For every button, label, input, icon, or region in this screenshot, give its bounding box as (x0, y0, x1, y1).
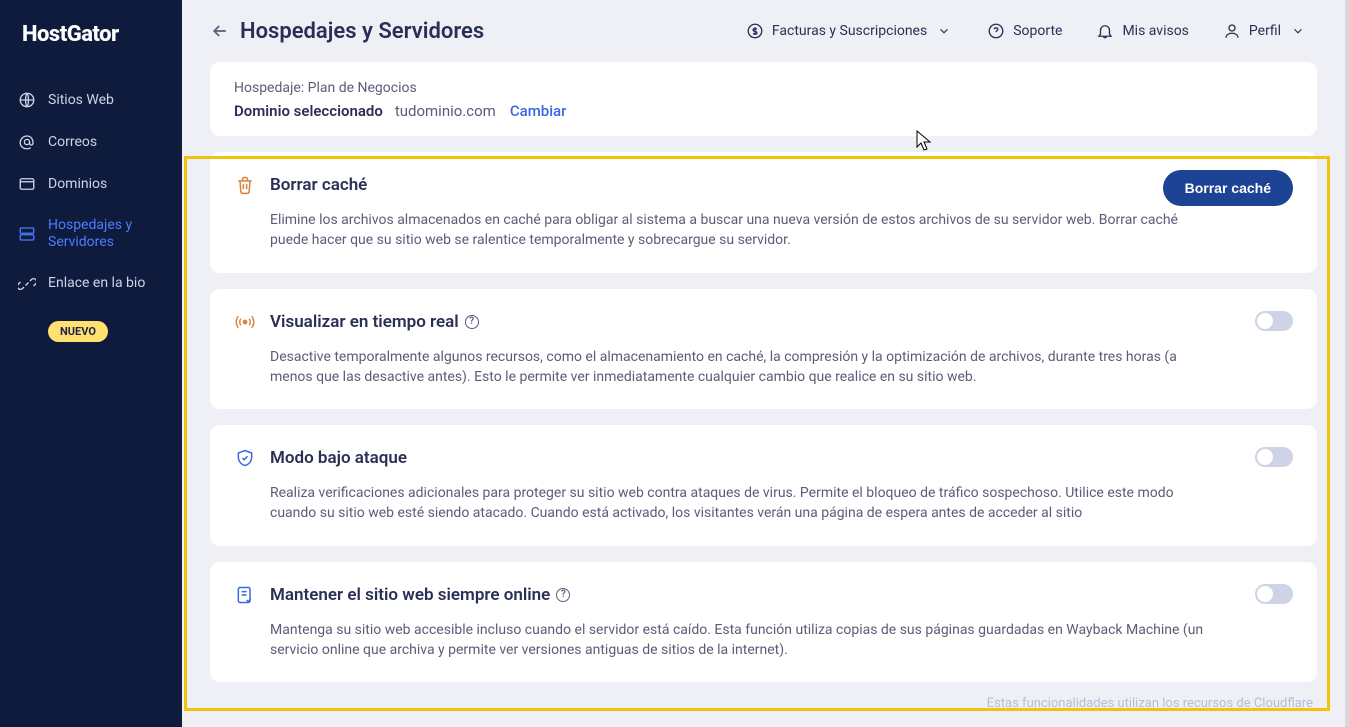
header-profile[interactable]: Perfil (1223, 22, 1307, 40)
help-tooltip-icon[interactable]: ? (465, 315, 479, 329)
window-icon (18, 175, 36, 193)
attack-mode-card: Modo bajo ataque Realiza verificaciones … (210, 425, 1317, 546)
nav-label: Dominios (48, 176, 107, 193)
link-icon (18, 275, 36, 293)
bell-icon (1096, 22, 1114, 40)
clear-cache-button[interactable]: Borrar caché (1163, 170, 1293, 206)
header-label: Facturas y Suscripciones (772, 23, 927, 39)
page-check-icon (234, 584, 256, 606)
nav-label: Enlace en la bio (48, 275, 145, 292)
page-title: Hospedajes y Servidores (240, 19, 484, 44)
setting-title: Modo bajo ataque (270, 448, 407, 468)
setting-title: Visualizar en tiempo real ? (270, 312, 479, 332)
nav-hospedajes[interactable]: Hospedajes y Servidores (0, 205, 182, 263)
user-icon (1223, 22, 1241, 40)
nav-enlace-bio[interactable]: Enlace en la bio NUEVO (0, 263, 182, 354)
hosting-info-card: Hospedaje: Plan de Negocios Dominio sele… (210, 62, 1317, 136)
setting-title: Borrar caché (270, 175, 367, 195)
domain-value: tudominio.com (395, 102, 496, 120)
setting-description: Realiza verificaciones adicionales para … (234, 483, 1289, 524)
setting-description: Elimine los archivos almacenados en cach… (234, 210, 1289, 251)
new-badge: NUEVO (48, 321, 108, 342)
main-nav: Sitios Web Correos Dominios Hospedajes y… (0, 79, 182, 354)
header-label: Soporte (1013, 23, 1062, 39)
header-label: Perfil (1249, 23, 1281, 39)
page-header: Hospedajes y Servidores Facturas y Suscr… (182, 0, 1349, 62)
nav-sitios-web[interactable]: Sitios Web (0, 79, 182, 121)
always-online-card: Mantener el sitio web siempre online ? M… (210, 562, 1317, 683)
chevron-down-icon (935, 22, 953, 40)
globe-icon (18, 91, 36, 109)
server-icon (18, 225, 36, 243)
setting-description: Desactive temporalmente algunos recursos… (234, 347, 1289, 388)
header-actions: Facturas y Suscripciones Soporte Mis avi… (746, 22, 1307, 40)
broadcast-icon (234, 311, 256, 333)
nav-label: Correos (48, 134, 97, 151)
nav-correos[interactable]: Correos (0, 121, 182, 163)
realtime-toggle[interactable] (1255, 311, 1293, 331)
sidebar: HostGator Sitios Web Correos Dominios Ho… (0, 0, 182, 727)
help-tooltip-icon[interactable]: ? (556, 588, 570, 602)
attack-mode-toggle[interactable] (1255, 447, 1293, 467)
help-icon (987, 22, 1005, 40)
nav-dominios[interactable]: Dominios (0, 163, 182, 205)
realtime-view-card: Visualizar en tiempo real ? Desactive te… (210, 289, 1317, 410)
back-button[interactable] (210, 21, 230, 41)
brand-logo: HostGator (0, 0, 182, 69)
shield-icon (234, 447, 256, 469)
main-content: Hospedaje: Plan de Negocios Dominio sele… (182, 62, 1349, 727)
selected-domain-line: Dominio seleccionado tudominio.com Cambi… (234, 102, 1293, 120)
domain-label: Dominio seleccionado (234, 102, 383, 120)
dollar-icon (746, 22, 764, 40)
nav-label: Hospedajes y Servidores (48, 217, 164, 251)
header-label: Mis avisos (1122, 23, 1188, 39)
clear-cache-card: Borrar caché Borrar caché Elimine los ar… (210, 152, 1317, 273)
trash-icon (234, 174, 256, 196)
header-notifications[interactable]: Mis avisos (1096, 22, 1188, 40)
cloudflare-footer-note: Estas funcionalidades utilizan los recur… (210, 696, 1317, 711)
setting-title: Mantener el sitio web siempre online ? (270, 585, 570, 605)
chevron-down-icon (1289, 22, 1307, 40)
always-online-toggle[interactable] (1255, 584, 1293, 604)
header-support[interactable]: Soporte (987, 22, 1062, 40)
setting-description: Mantenga su sitio web accesible incluso … (234, 620, 1289, 661)
nav-label: Sitios Web (48, 92, 114, 109)
header-invoices[interactable]: Facturas y Suscripciones (746, 22, 953, 40)
at-icon (18, 133, 36, 151)
change-domain-link[interactable]: Cambiar (510, 102, 567, 120)
hosting-plan-line: Hospedaje: Plan de Negocios (234, 80, 1293, 96)
